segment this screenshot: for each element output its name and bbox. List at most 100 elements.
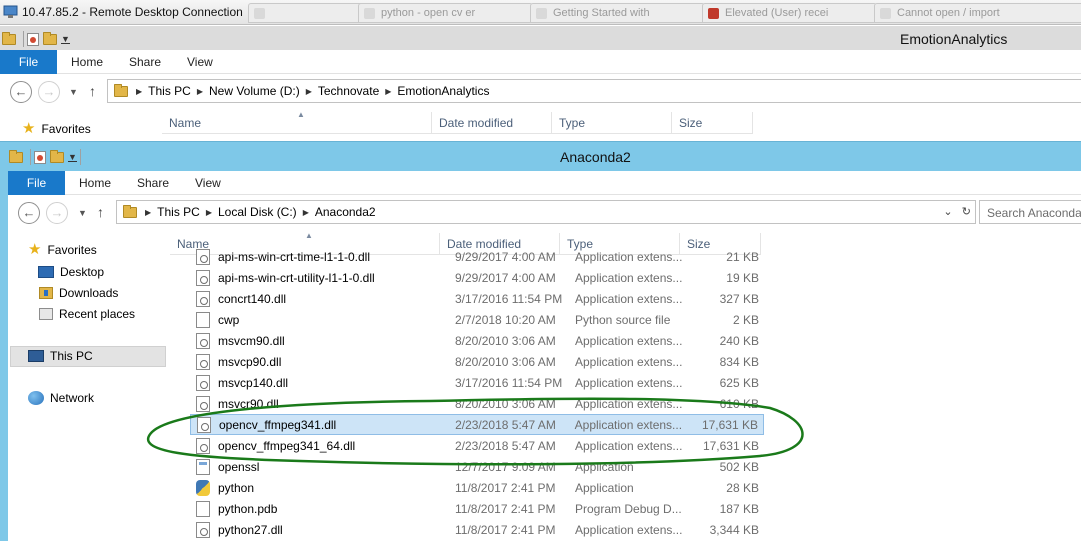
nav-favorites[interactable]: ★ Favorites [28, 242, 97, 257]
file-name-cell[interactable]: api-ms-win-crt-time-l1-1-0.dll [190, 248, 448, 265]
nav-network[interactable]: Network [28, 391, 94, 405]
window2-tab-home[interactable]: Home [79, 176, 111, 190]
file-name-cell[interactable]: msvcp90.dll [190, 353, 448, 370]
file-name-cell[interactable]: msvcm90.dll [190, 332, 448, 349]
file-name-cell[interactable]: python.pdb [190, 500, 448, 517]
file-name-cell[interactable]: opencv_ffmpeg341_64.dll [190, 437, 448, 454]
rdp-title-bar[interactable]: 10.47.85.2 - Remote Desktop Connection p… [0, 0, 1081, 25]
background-tab[interactable]: python - open cv er [358, 3, 533, 23]
file-row[interactable]: python 11/8/2017 2:41 PM Application 28 KB [190, 477, 764, 498]
window2-tab-share[interactable]: Share [137, 176, 169, 190]
window1-address-bar[interactable]: ▶ This PC ▶ New Volume (D:) ▶ Technovate… [107, 79, 1081, 103]
folder-icon[interactable] [2, 31, 16, 45]
file-row[interactable]: cwp 2/7/2018 10:20 AM Python source file 2 … [190, 309, 764, 330]
customize-toolbar-icon[interactable]: ▼ [68, 152, 77, 162]
window2-address-bar[interactable]: ▶ This PC ▶ Local Disk (C:) ▶ Anaconda2 … [116, 200, 976, 224]
file-name-cell[interactable]: openssl [190, 458, 448, 475]
breadcrumb-item[interactable]: Local Disk (C:) [218, 205, 297, 219]
window2-tab-file[interactable]: File [8, 171, 65, 195]
dll-file-icon [196, 332, 210, 349]
column-header-size[interactable]: Size [672, 112, 753, 133]
file-name-cell[interactable]: python27.dll [190, 521, 448, 538]
breadcrumb-separator-icon[interactable]: ▶ [136, 87, 142, 96]
file-row[interactable]: concrt140.dll 3/17/2016 11:54 PM Applicati… [190, 288, 764, 309]
customize-toolbar-icon[interactable]: ▼ [61, 34, 70, 44]
folder-icon [114, 83, 128, 97]
search-input[interactable]: Search Anaconda2 [979, 200, 1081, 224]
new-folder-icon[interactable] [43, 31, 57, 45]
network-icon [28, 391, 44, 405]
background-tab[interactable]: Elevated (User) recei [702, 3, 877, 23]
window1-title-bar[interactable]: ▼ EmotionAnalytics [0, 26, 1081, 50]
column-header-type[interactable]: Type [552, 112, 672, 133]
breadcrumb-separator-icon[interactable]: ▶ [206, 208, 212, 217]
properties-icon[interactable] [34, 150, 46, 164]
breadcrumb-separator-icon[interactable]: ▶ [385, 87, 391, 96]
background-tab[interactable]: Cannot open / import [874, 3, 1081, 23]
breadcrumb-item[interactable]: This PC [148, 84, 191, 98]
breadcrumb-separator-icon[interactable]: ▶ [303, 208, 309, 217]
nav-desktop[interactable]: Desktop [38, 265, 104, 279]
file-row[interactable]: msvcr90.dll 8/20/2010 3:06 AM Application … [190, 393, 764, 414]
tab-favicon-icon [254, 8, 265, 19]
file-row[interactable]: openssl 12/7/2017 9:09 AM Application 502 K… [190, 456, 764, 477]
file-type: Application extens... [575, 249, 683, 264]
recent-locations-chevron-down-icon[interactable]: ▼ [78, 208, 87, 218]
back-arrow-icon[interactable]: ← [10, 81, 32, 103]
folder-icon [123, 204, 137, 218]
file-row[interactable]: api-ms-win-crt-time-l1-1-0.dll 9/29/2017 … [190, 246, 764, 267]
up-arrow-icon[interactable]: ↑ [89, 83, 96, 99]
file-name-cell[interactable]: api-ms-win-crt-utility-l1-1-0.dll [190, 269, 448, 286]
window1-column-headers: ▲ Name Date modified Type Size [162, 112, 753, 134]
window1-tab-file[interactable]: File [0, 50, 57, 74]
forward-arrow-icon[interactable]: → [46, 202, 68, 224]
column-header-name[interactable]: ▲ Name [162, 112, 432, 133]
file-date: 3/17/2016 11:54 PM [455, 291, 563, 306]
breadcrumb-item[interactable]: New Volume (D:) [209, 84, 300, 98]
breadcrumb-separator-icon[interactable]: ▶ [306, 87, 312, 96]
breadcrumb-separator-icon[interactable]: ▶ [197, 87, 203, 96]
file-row[interactable]: msvcp90.dll 8/20/2010 3:06 AM Application … [190, 351, 764, 372]
file-row[interactable]: msvcp140.dll 3/17/2016 11:54 PM Applicatio… [190, 372, 764, 393]
file-row[interactable]: python27.dll 11/8/2017 2:41 PM Application… [190, 519, 764, 540]
nav-recent-places[interactable]: Recent places [39, 307, 135, 321]
window1-tab-view[interactable]: View [187, 55, 213, 69]
window2-title-bar[interactable]: ▼ Anaconda2 [0, 141, 1081, 171]
file-name: concrt140.dll [218, 291, 287, 306]
file-name-cell[interactable]: opencv_ffmpeg341.dll [191, 416, 448, 433]
file-name-cell[interactable]: msvcr90.dll [190, 395, 448, 412]
file-row[interactable]: msvcm90.dll 8/20/2010 3:06 AM Application … [190, 330, 764, 351]
rdp-title: 10.47.85.2 - Remote Desktop Connection [22, 5, 243, 19]
breadcrumb-item[interactable]: EmotionAnalytics [397, 84, 489, 98]
file-name-cell[interactable]: concrt140.dll [190, 290, 448, 307]
breadcrumb-item[interactable]: Technovate [318, 84, 379, 98]
window1-nav-favorites[interactable]: ★ Favorites [22, 121, 91, 136]
nav-downloads[interactable]: Downloads [39, 286, 118, 300]
new-folder-icon[interactable] [50, 149, 64, 163]
up-arrow-icon[interactable]: ↑ [97, 204, 104, 220]
recent-locations-chevron-down-icon[interactable]: ▼ [69, 87, 78, 97]
breadcrumb-item[interactable]: This PC [157, 205, 200, 219]
window1-tab-share[interactable]: Share [129, 55, 161, 69]
back-arrow-icon[interactable]: ← [18, 202, 40, 224]
window1-tab-home[interactable]: Home [71, 55, 103, 69]
breadcrumb-item[interactable]: Anaconda2 [315, 205, 376, 219]
properties-icon[interactable] [27, 32, 39, 46]
dll-file-icon [196, 248, 210, 265]
breadcrumb-separator-icon[interactable]: ▶ [145, 208, 151, 217]
file-name-cell[interactable]: python [190, 479, 448, 496]
file-row[interactable]: api-ms-win-crt-utility-l1-1-0.dll 9/29/20… [190, 267, 764, 288]
file-row[interactable]: opencv_ffmpeg341_64.dll 2/23/2018 5:47 AM… [190, 435, 764, 456]
background-tab[interactable]: Getting Started with [530, 3, 705, 23]
file-row[interactable]: opencv_ffmpeg341.dll 2/23/2018 5:47 AM App… [190, 414, 764, 435]
column-header-date[interactable]: Date modified [432, 112, 552, 133]
file-row[interactable]: python.pdb 11/8/2017 2:41 PM Program Debug… [190, 498, 764, 519]
forward-arrow-icon[interactable]: → [38, 81, 60, 103]
dll-file-icon [196, 437, 210, 454]
nav-this-pc[interactable]: This PC [28, 349, 93, 363]
folder-icon[interactable] [9, 149, 23, 163]
file-name-cell[interactable]: cwp [190, 311, 448, 328]
file-name-cell[interactable]: msvcp140.dll [190, 374, 448, 391]
window2-tab-view[interactable]: View [195, 176, 221, 190]
address-history-chevron-down-icon[interactable]: ⌄ ↻ [943, 205, 971, 218]
